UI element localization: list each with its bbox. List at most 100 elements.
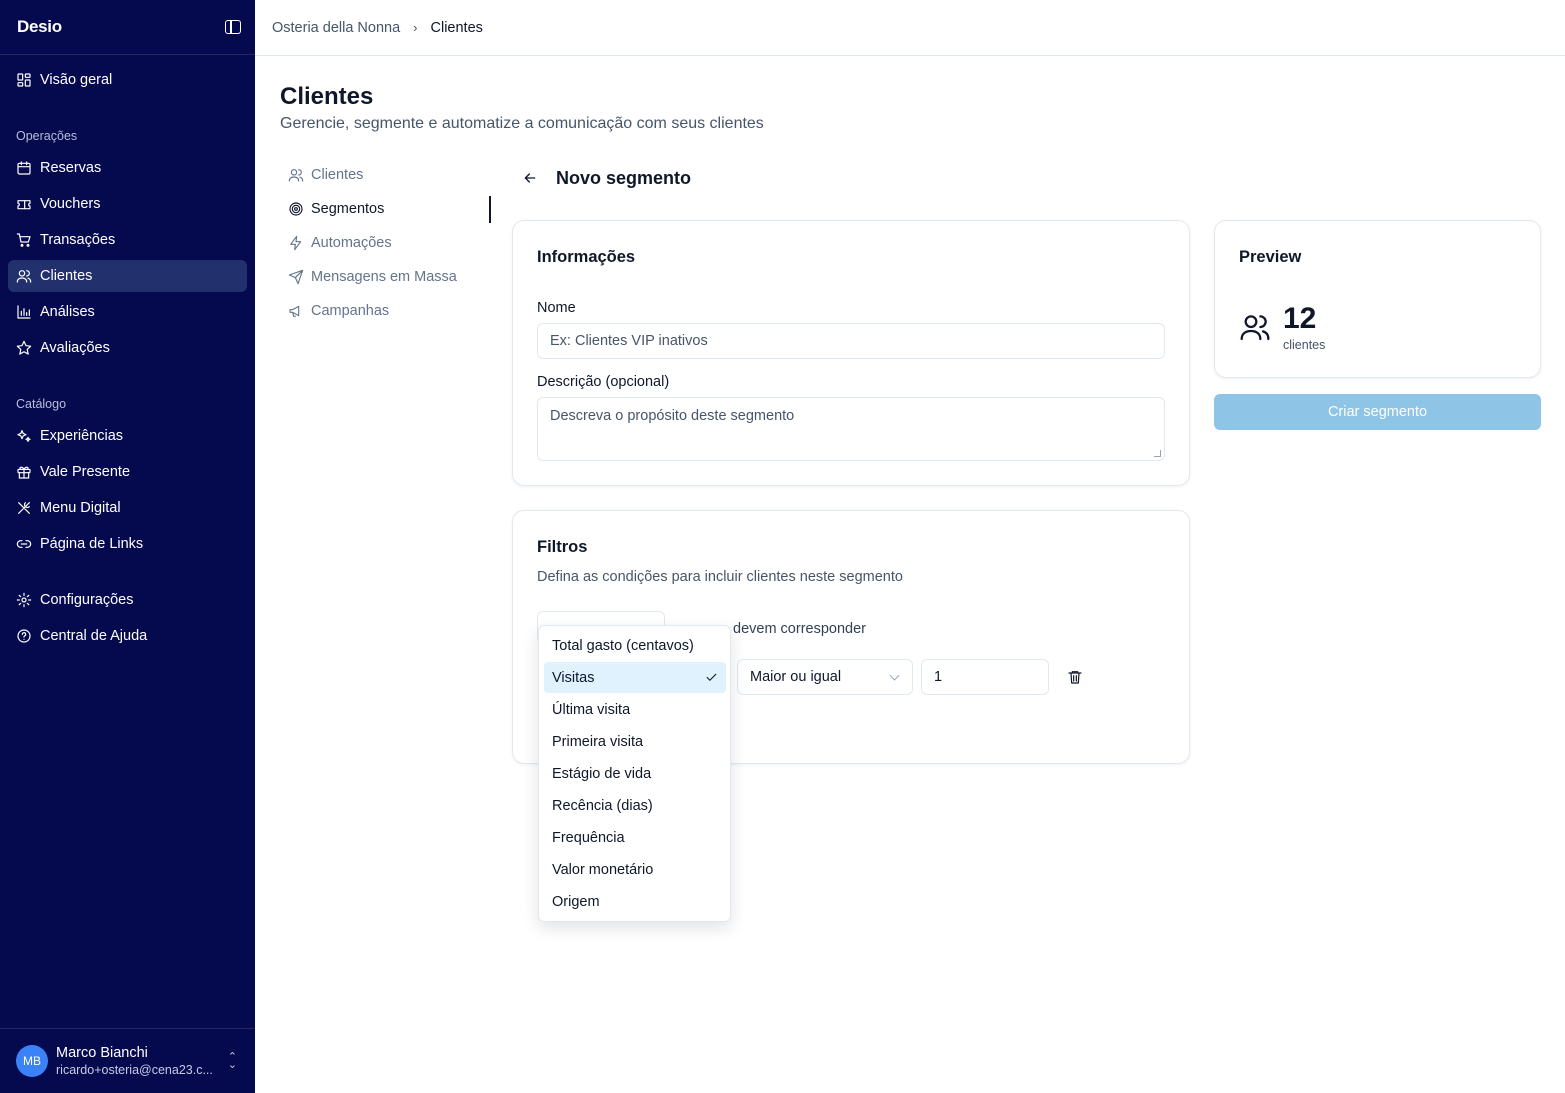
dropdown-option[interactable]: Total gasto (centavos) <box>544 630 726 661</box>
subnav-label: Clientes <box>311 167 364 183</box>
sidebar-item-transacoes[interactable]: Transações <box>8 224 247 256</box>
chevrons-up-down-icon: ⌃ ⌄ <box>227 1051 237 1071</box>
zap-icon <box>290 235 302 251</box>
sidebar-item-analises[interactable]: Análises <box>8 296 247 328</box>
trash-icon <box>1068 671 1082 684</box>
utensils-icon <box>16 500 32 516</box>
sidebar-item-vouchers[interactable]: Vouchers <box>8 188 247 220</box>
subnav-label: Automações <box>311 235 392 251</box>
subnav-label: Mensagens em Massa <box>311 269 457 285</box>
breadcrumb: Osteria della Nonna › Clientes <box>255 0 1565 56</box>
sidebar-item-central-ajuda[interactable]: Central de Ajuda <box>8 620 247 652</box>
field-dropdown: Total gasto (centavos) Visitas Última vi… <box>538 625 731 922</box>
check-icon <box>705 671 718 684</box>
brand-logo[interactable]: Desio <box>17 17 62 37</box>
page-title: Clientes <box>280 83 374 110</box>
gear-icon <box>16 592 32 608</box>
chevron-down-icon <box>889 670 900 681</box>
dropdown-option[interactable]: Primeira visita <box>544 726 726 757</box>
sidebar-item-label: Análises <box>40 304 95 320</box>
subnav-segmentos[interactable]: Segmentos <box>288 198 384 220</box>
sidebar-item-avaliacoes[interactable]: Avaliações <box>8 332 247 364</box>
sidebar-item-menu-digital[interactable]: Menu Digital <box>8 492 247 524</box>
dropdown-option[interactable]: Origem <box>544 886 726 917</box>
sidebar-item-reservas[interactable]: Reservas <box>8 152 247 184</box>
sidebar-item-label: Página de Links <box>40 536 144 552</box>
link-icon <box>16 536 32 552</box>
sidebar-item-visao-geral[interactable]: Visão geral <box>8 64 247 96</box>
sidebar-item-configuracoes[interactable]: Configurações <box>8 584 247 616</box>
sidebar-toggle-icon[interactable] <box>225 20 241 34</box>
chevron-right-icon: › <box>413 20 418 35</box>
sidebar-item-label: Transações <box>40 232 116 248</box>
dropdown-option-label: Visitas <box>552 669 595 686</box>
breadcrumb-restaurant[interactable]: Osteria della Nonna <box>272 20 400 36</box>
back-button[interactable] <box>520 168 540 188</box>
users-icon <box>16 268 32 284</box>
preview-unit: clientes <box>1283 338 1326 352</box>
subnav-mensagens[interactable]: Mensagens em Massa <box>288 266 457 288</box>
send-icon <box>288 269 304 285</box>
sidebar-item-vale-presente[interactable]: Vale Presente <box>8 456 247 488</box>
megaphone-icon <box>289 305 300 317</box>
sidebar: Desio Visão geral Operações Reservas Vou… <box>0 0 255 1093</box>
dashboard-icon <box>16 72 32 88</box>
operator-select[interactable]: Maior ou igual <box>737 659 913 695</box>
sidebar-item-label: Vouchers <box>40 196 101 212</box>
subnav-label: Campanhas <box>311 303 390 319</box>
dropdown-option[interactable]: Última visita <box>544 694 726 725</box>
sidebar-item-label: Avaliações <box>40 340 110 356</box>
resize-handle-icon[interactable] <box>1154 450 1161 457</box>
calendar-icon <box>16 160 32 176</box>
subnav-label: Segmentos <box>311 201 385 217</box>
sparkles-icon <box>16 428 32 444</box>
user-email: ricardo+osteria@cena23.c... <box>56 1063 213 1077</box>
bar-chart-icon <box>16 304 32 320</box>
create-segment-button[interactable]: Criar segmento <box>1214 394 1541 430</box>
sidebar-item-pagina-links[interactable]: Página de Links <box>8 528 247 560</box>
sidebar-item-clientes[interactable]: Clientes <box>8 260 247 292</box>
ticket-icon <box>16 196 32 212</box>
sidebar-item-label: Menu Digital <box>40 500 121 516</box>
user-menu[interactable]: MB Marco Bianchi ricardo+osteria@cena23.… <box>0 1028 255 1093</box>
star-icon <box>16 340 32 356</box>
arrow-left-icon <box>524 173 536 183</box>
delete-filter-button[interactable] <box>1067 669 1083 685</box>
preview-card <box>1214 220 1541 378</box>
name-input[interactable]: Ex: Clientes VIP inativos <box>537 323 1165 359</box>
value-text: 1 <box>934 669 943 685</box>
page-subtitle: Gerencie, segmente e automatize a comuni… <box>280 115 764 132</box>
subnav-campanhas[interactable]: Campanhas <box>288 300 389 322</box>
subnav-clientes[interactable]: Clientes <box>288 164 363 186</box>
name-label: Nome <box>537 300 576 316</box>
breadcrumb-current: Clientes <box>430 19 483 36</box>
dropdown-option[interactable]: Recência (dias) <box>544 790 726 821</box>
avatar: MB <box>16 1045 48 1077</box>
subnav-automacoes[interactable]: Automações <box>288 232 392 254</box>
sidebar-header: Desio <box>0 0 255 55</box>
sidebar-item-label: Vale Presente <box>40 464 131 480</box>
preview-count: 12 <box>1283 302 1317 335</box>
dropdown-option[interactable]: Frequência <box>544 822 726 853</box>
dropdown-option[interactable]: Estágio de vida <box>544 758 726 789</box>
description-placeholder: Descreva o propósito deste segmento <box>550 408 795 424</box>
nav-group-operacoes: Operações <box>16 129 78 143</box>
match-text: devem corresponder <box>733 621 866 637</box>
dropdown-option[interactable]: Valor monetário <box>544 854 726 885</box>
gift-icon <box>16 464 32 480</box>
sidebar-item-label: Reservas <box>40 160 102 176</box>
target-icon <box>289 202 303 216</box>
value-input[interactable]: 1 <box>921 659 1049 695</box>
help-circle-icon <box>16 628 32 644</box>
users-icon <box>288 169 304 182</box>
subnav-active-indicator <box>489 196 491 223</box>
sidebar-item-experiencias[interactable]: Experiências <box>8 420 247 452</box>
description-textarea[interactable]: Descreva o propósito deste segmento <box>537 397 1165 461</box>
filters-card-title: Filtros <box>537 538 588 556</box>
users-icon <box>1239 311 1271 343</box>
info-card-title: Informações <box>537 248 636 266</box>
dropdown-option-selected[interactable]: Visitas <box>544 662 726 693</box>
filters-card-subtitle: Defina as condições para incluir cliente… <box>537 569 903 585</box>
nav-group-catalogo: Catálogo <box>16 397 67 411</box>
sidebar-item-label: Central de Ajuda <box>40 628 148 644</box>
